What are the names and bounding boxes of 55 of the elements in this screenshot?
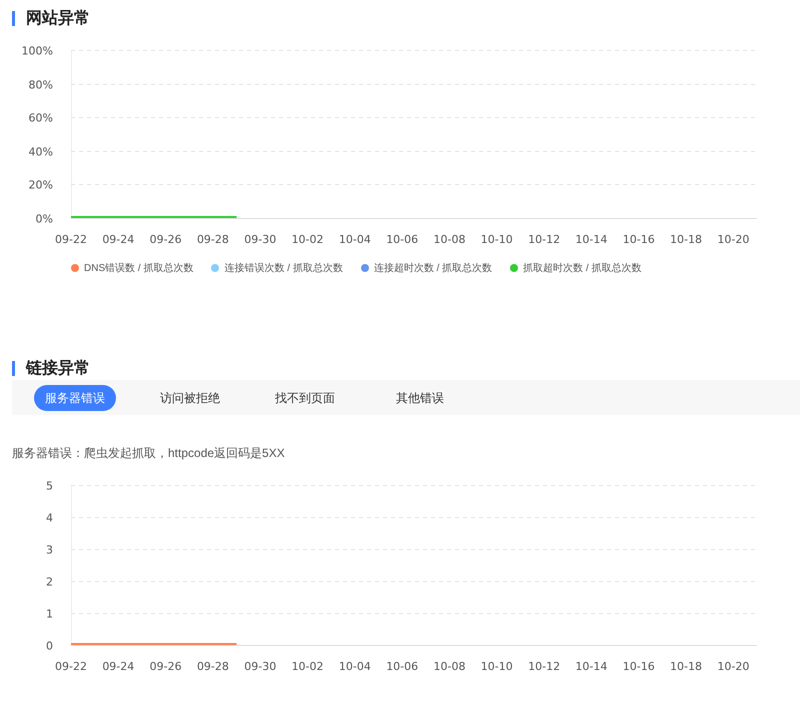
x-axis-label: 10-18 (670, 233, 702, 246)
x-axis-label: 10-18 (670, 660, 702, 673)
y-axis-label: 4 (46, 512, 53, 524)
x-axis-label: 10-04 (338, 233, 371, 246)
section-title: 链接异常 (26, 358, 90, 378)
description-text: 服务器错误：爬虫发起抓取，httpcode返回码是5XX (12, 445, 286, 461)
y-axis-label: 5 (46, 480, 53, 492)
accent-bar (12, 360, 15, 376)
x-axis-label: 09-22 (55, 660, 87, 673)
x-axis-label: 10-02 (292, 660, 324, 673)
x-axis-label: 09-26 (150, 660, 182, 673)
x-axis-label: 10-16 (622, 233, 655, 246)
x-axis-label: 09-30 (244, 660, 276, 673)
x-axis-label: 10-12 (528, 660, 560, 673)
x-axis-label: 10-06 (386, 233, 418, 246)
y-axis-label: 60% (28, 112, 53, 124)
x-axis-label: 09-22 (55, 233, 87, 246)
tab[interactable]: 服务器错误 (34, 384, 116, 410)
y-axis-label: 2 (46, 576, 53, 588)
x-axis-label: 10-12 (528, 233, 560, 246)
legend-label: 抓取超时次数 / 抓取总次数 (523, 262, 642, 275)
x-axis-label: 09-24 (102, 660, 134, 673)
x-axis-label: 10-20 (717, 233, 750, 246)
y-axis-label: 40% (28, 146, 53, 158)
x-axis-label: 10-20 (717, 660, 750, 673)
x-axis-label: 10-06 (386, 660, 418, 673)
y-axis-label: 20% (28, 178, 53, 192)
x-axis-label: 10-14 (575, 660, 608, 673)
x-axis-label: 09-28 (196, 233, 229, 246)
y-axis-label: 0% (36, 212, 53, 226)
legend-label: DNS错误数 / 抓取总次数 (84, 262, 194, 275)
tab[interactable]: 找不到页面 (264, 384, 346, 410)
legend-label: 连接超时次数 / 抓取总次数 (374, 262, 492, 275)
x-axis-label: 10-04 (338, 660, 371, 673)
x-axis-label: 09-24 (102, 233, 134, 246)
x-axis-label: 10-08 (434, 660, 466, 673)
accent-bar (12, 10, 15, 26)
x-axis-label: 10-02 (292, 233, 324, 246)
y-axis-label: 3 (46, 544, 53, 556)
y-axis-label: 80% (28, 78, 53, 92)
x-axis-label: 10-10 (480, 233, 513, 246)
x-axis-label: 10-10 (480, 660, 513, 673)
tab[interactable]: 访问被拒绝 (149, 384, 231, 410)
y-axis-label: 100% (22, 44, 53, 58)
legend-label: 连接错误次数 / 抓取总次数 (224, 262, 343, 275)
x-axis-label: 10-14 (575, 233, 608, 246)
x-axis-label: 09-30 (244, 233, 276, 246)
x-axis-label: 10-08 (434, 233, 466, 246)
x-axis-label: 10-16 (622, 660, 655, 673)
y-axis-label: 1 (46, 608, 53, 620)
section-title: 网站异常 (26, 8, 90, 28)
y-axis-label: 0 (46, 640, 53, 652)
tab[interactable]: 其他错误 (379, 384, 461, 410)
x-axis-label: 09-28 (196, 660, 229, 673)
x-axis-label: 09-26 (150, 233, 182, 246)
